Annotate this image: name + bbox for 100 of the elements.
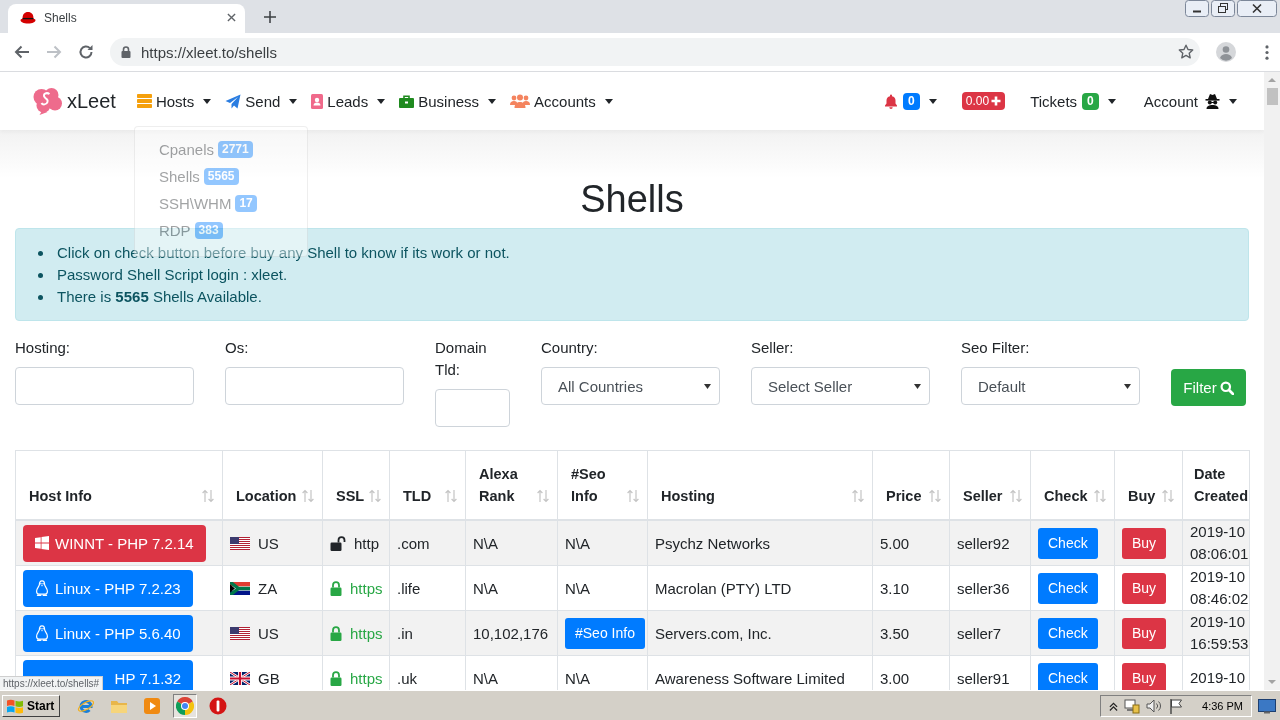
host-button[interactable]: Linux - PHP 5.6.40 bbox=[23, 614, 193, 652]
sort-icon[interactable] bbox=[302, 489, 314, 503]
sort-icon[interactable] bbox=[445, 489, 457, 503]
address-bar[interactable]: https://xleet.to/shells bbox=[110, 38, 1200, 66]
alexa-rank-text: N\A bbox=[473, 534, 498, 552]
notifications-menu[interactable]: 0 bbox=[881, 88, 940, 114]
tld-text: .life bbox=[397, 579, 421, 597]
star-icon[interactable] bbox=[1178, 44, 1194, 60]
tld-text: .in bbox=[397, 624, 413, 642]
sort-icon[interactable] bbox=[1094, 489, 1106, 503]
show-desktop-button[interactable] bbox=[1258, 697, 1276, 714]
host-button[interactable]: Linux - PHP 7.2.23 bbox=[23, 569, 193, 607]
buy-button[interactable]: Buy bbox=[1122, 662, 1167, 690]
alexa-rank-text: N\A bbox=[473, 669, 498, 687]
seller-text: seller36 bbox=[957, 579, 1010, 597]
time-text: 08:46:02 bbox=[1190, 589, 1249, 609]
close-button[interactable] bbox=[1237, 0, 1277, 17]
buy-button[interactable]: Buy bbox=[1122, 527, 1167, 559]
caret-icon bbox=[928, 98, 937, 104]
bullet-icon bbox=[38, 294, 43, 300]
seo-info-button[interactable]: #Seo Info bbox=[565, 617, 645, 649]
buy-button[interactable]: Buy bbox=[1122, 572, 1167, 604]
network-icon[interactable] bbox=[1124, 697, 1141, 714]
reload-icon[interactable] bbox=[78, 44, 94, 60]
nav-menu-link[interactable]: Hosts bbox=[133, 88, 215, 114]
flag-icon[interactable] bbox=[1168, 697, 1185, 714]
seller-text: seller91 bbox=[957, 669, 1010, 687]
sort-icon[interactable] bbox=[1162, 489, 1174, 503]
field-label: Seo Filter: bbox=[961, 338, 1031, 358]
speaker-icon[interactable] bbox=[1146, 697, 1163, 714]
column-header: Seller bbox=[963, 487, 1003, 506]
menu-icon[interactable] bbox=[1265, 44, 1269, 60]
field-label: Domain Tld: bbox=[435, 338, 488, 380]
filter-button[interactable]: Filter bbox=[1171, 369, 1246, 406]
start-button[interactable]: Start bbox=[2, 694, 61, 717]
nav-menu-link[interactable]: Accounts bbox=[507, 88, 616, 114]
scrollbar[interactable] bbox=[1264, 72, 1280, 690]
tld-text: .com bbox=[397, 534, 430, 552]
play-icon bbox=[143, 696, 162, 715]
quick-launch-button[interactable] bbox=[173, 693, 198, 718]
column-header: Date Created bbox=[1194, 465, 1249, 506]
sort-icon[interactable] bbox=[929, 489, 941, 503]
back-icon[interactable] bbox=[14, 44, 30, 60]
column-header: Host Info bbox=[29, 487, 92, 506]
caret-icon bbox=[1229, 98, 1237, 104]
paper-plane-icon bbox=[225, 93, 242, 109]
date-text: 2019-10 bbox=[1190, 567, 1247, 587]
dropdown-arrow-icon bbox=[1124, 383, 1131, 389]
buy-button[interactable]: Buy bbox=[1122, 617, 1167, 649]
count-badge: 0 bbox=[1082, 92, 1099, 110]
sort-icon[interactable] bbox=[369, 489, 381, 503]
text-field[interactable] bbox=[225, 367, 404, 405]
penguin-icon bbox=[35, 580, 49, 596]
page-title: Shells bbox=[580, 177, 684, 222]
nav-menu-link[interactable]: Send bbox=[222, 88, 301, 114]
text-field[interactable] bbox=[435, 389, 510, 427]
plus-icon[interactable] bbox=[264, 11, 276, 23]
restore-button[interactable] bbox=[1211, 0, 1235, 17]
host-button[interactable]: WINNT - PHP 7.2.14 bbox=[23, 524, 206, 562]
text-field[interactable] bbox=[15, 367, 194, 405]
sort-icon[interactable] bbox=[1010, 489, 1022, 503]
sort-icon[interactable] bbox=[627, 489, 639, 503]
forward-icon[interactable] bbox=[46, 44, 62, 60]
select-field[interactable]: All Countries bbox=[541, 367, 720, 405]
contact-card-icon bbox=[311, 93, 324, 109]
column-header: Location bbox=[236, 487, 297, 506]
check-button[interactable]: Check bbox=[1038, 617, 1098, 649]
caret-icon bbox=[377, 98, 386, 104]
profile-icon[interactable] bbox=[1216, 42, 1236, 62]
nav-menu-link[interactable]: Business bbox=[396, 88, 500, 114]
sort-icon[interactable] bbox=[537, 489, 549, 503]
chevron-up-icon[interactable] bbox=[1109, 700, 1119, 711]
country-code: US bbox=[258, 534, 279, 552]
check-button[interactable]: Check bbox=[1038, 527, 1098, 559]
nav-menu-link[interactable]: Leads bbox=[308, 88, 389, 114]
lock-icon bbox=[121, 46, 131, 58]
tickets-menu[interactable]: Tickets 0 bbox=[1027, 88, 1119, 114]
field-label: Seller: bbox=[751, 338, 795, 358]
date-text: 2019-10 bbox=[1190, 668, 1247, 688]
sort-icon[interactable] bbox=[852, 489, 864, 503]
browser-tab[interactable]: Shells bbox=[8, 4, 245, 33]
caret-icon bbox=[604, 98, 613, 104]
sort-icon[interactable] bbox=[202, 489, 214, 503]
clock[interactable]: 4:36 PM bbox=[1202, 699, 1243, 712]
seo-info-text: N\A bbox=[565, 669, 590, 687]
close-icon[interactable] bbox=[227, 13, 236, 22]
protocol-text: https bbox=[350, 624, 383, 642]
select-field[interactable]: Select Seller bbox=[751, 367, 930, 405]
briefcase-icon bbox=[399, 94, 415, 108]
balance-badge[interactable]: 0.00 bbox=[961, 92, 1006, 110]
check-button[interactable]: Check bbox=[1038, 662, 1098, 690]
count-badge: 0 bbox=[903, 92, 920, 110]
account-menu[interactable]: Account bbox=[1140, 88, 1240, 114]
caret-icon bbox=[289, 98, 298, 104]
scrollbar-thumb[interactable] bbox=[1266, 88, 1278, 105]
brand-link[interactable]: xLeet bbox=[32, 87, 116, 115]
search-icon bbox=[1219, 380, 1234, 395]
caret-icon bbox=[1107, 98, 1116, 104]
select-field[interactable]: Default bbox=[961, 367, 1140, 405]
check-button[interactable]: Check bbox=[1038, 572, 1098, 604]
